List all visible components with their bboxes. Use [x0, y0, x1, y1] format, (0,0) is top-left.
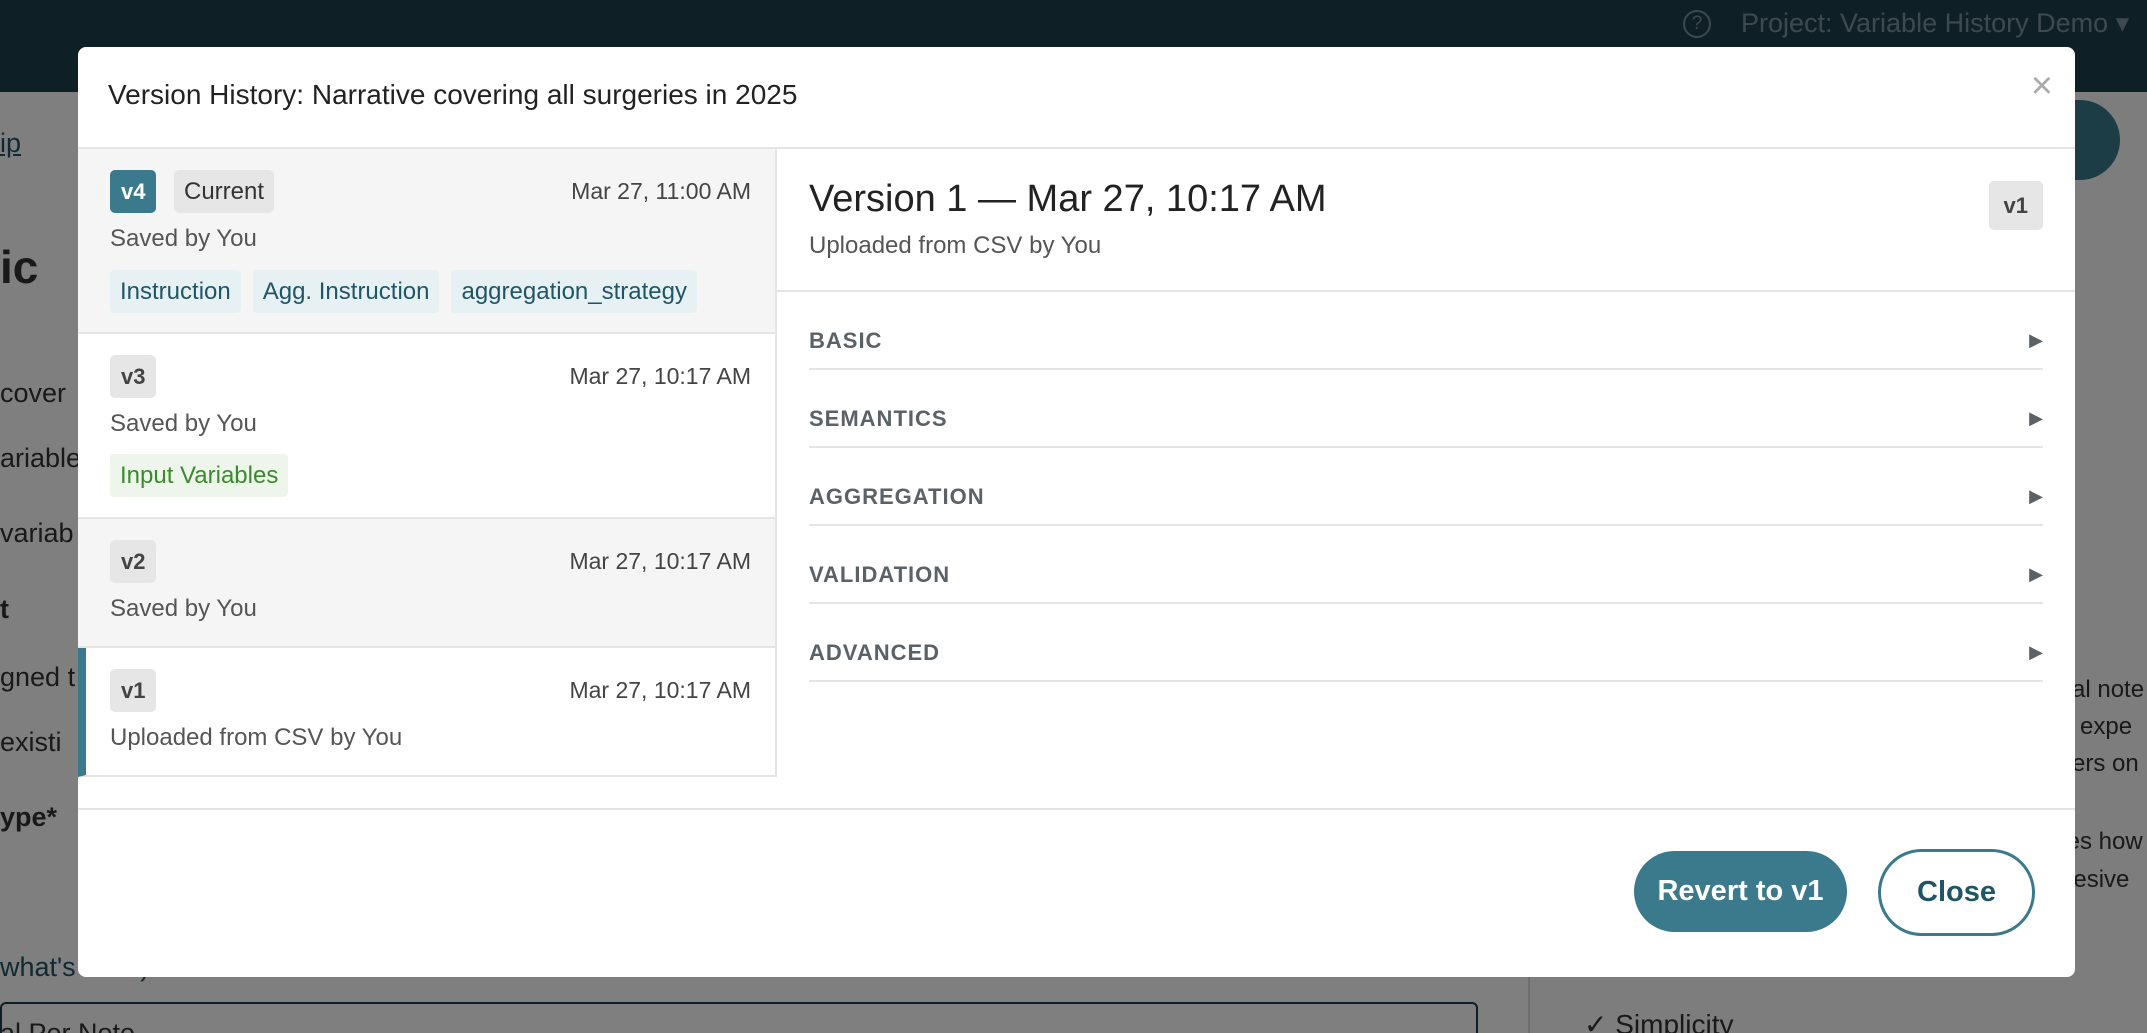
expand-arrow-icon: ▶ — [2029, 564, 2043, 584]
section-advanced[interactable]: ADVANCED ▶ — [809, 604, 2043, 682]
section-semantics[interactable]: SEMANTICS ▶ — [809, 370, 2043, 448]
version-author: Uploaded from CSV by You — [110, 724, 403, 751]
version-date: Mar 27, 10:17 AM — [569, 677, 751, 703]
version-badge: v3 — [110, 355, 157, 398]
close-icon[interactable]: × — [2031, 65, 2053, 108]
section-aggregation[interactable]: AGGREGATION ▶ — [809, 448, 2043, 526]
detail-title: Version 1 — Mar 27, 10:17 AM — [809, 178, 1327, 220]
expand-arrow-icon: ▶ — [2029, 330, 2043, 350]
change-tag: Agg. Instruction — [252, 270, 440, 313]
version-badge: v2 — [110, 540, 157, 583]
modal-header: Version History: Narrative covering all … — [78, 47, 2075, 149]
change-tag: aggregation_strategy — [451, 270, 697, 313]
change-tag: Instruction — [110, 270, 241, 313]
expand-arrow-icon: ▶ — [2029, 642, 2043, 662]
section-label: SEMANTICS — [809, 406, 948, 431]
section-label: BASIC — [809, 328, 883, 353]
section-validation[interactable]: VALIDATION ▶ — [809, 526, 2043, 604]
version-badge: v4 — [110, 170, 157, 213]
version-date: Mar 27, 11:00 AM — [571, 178, 751, 204]
section-basic[interactable]: BASIC ▶ — [809, 292, 2043, 370]
revert-button[interactable]: Revert to v1 — [1634, 851, 1847, 932]
section-label: VALIDATION — [809, 562, 951, 587]
version-item-v3[interactable]: v3 Mar 27, 10:17 AM Saved by You Input V… — [78, 334, 775, 519]
version-date: Mar 27, 10:17 AM — [569, 363, 751, 389]
expand-arrow-icon: ▶ — [2029, 408, 2043, 428]
version-item-v2[interactable]: v2 Mar 27, 10:17 AM Saved by You — [78, 519, 775, 648]
detail-version-badge: v1 — [1988, 181, 2043, 230]
version-item-v1[interactable]: v1 Mar 27, 10:17 AM Uploaded from CSV by… — [78, 648, 775, 777]
version-list: v4 Current Mar 27, 11:00 AM Saved by You… — [78, 149, 777, 777]
modal-footer: Revert to v1 Close — [78, 808, 2075, 977]
close-button[interactable]: Close — [1878, 849, 2035, 936]
version-author: Saved by You — [110, 225, 257, 252]
section-label: AGGREGATION — [809, 484, 985, 509]
version-history-modal: Version History: Narrative covering all … — [78, 47, 2075, 977]
version-detail: Version 1 — Mar 27, 10:17 AM Uploaded fr… — [777, 149, 2075, 777]
version-badge: v1 — [110, 669, 157, 712]
modal-title: Version History: Narrative covering all … — [108, 79, 798, 110]
current-badge: Current — [174, 170, 275, 213]
expand-arrow-icon: ▶ — [2029, 486, 2043, 506]
version-author: Saved by You — [110, 595, 257, 622]
change-tag: Input Variables — [110, 454, 289, 497]
version-author: Saved by You — [110, 410, 257, 437]
version-item-v4[interactable]: v4 Current Mar 27, 11:00 AM Saved by You… — [78, 149, 775, 334]
detail-header: Version 1 — Mar 27, 10:17 AM Uploaded fr… — [777, 149, 2075, 292]
detail-subtitle: Uploaded from CSV by You — [809, 232, 1102, 259]
version-date: Mar 27, 10:17 AM — [569, 548, 751, 574]
section-label: ADVANCED — [809, 640, 941, 665]
